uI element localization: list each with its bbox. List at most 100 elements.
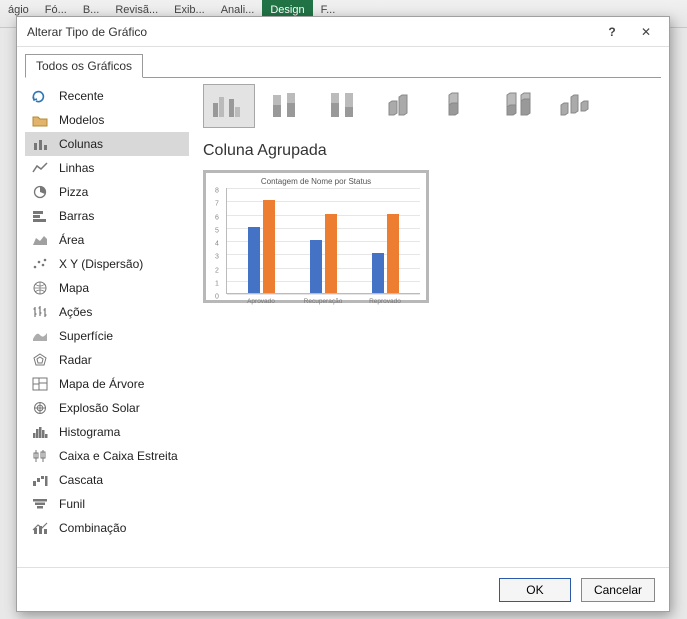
- sidebar-item-label: Mapa: [59, 281, 89, 295]
- area-icon: [31, 232, 49, 248]
- preview-chart-title: Contagem de Nome por Status: [212, 177, 420, 186]
- x-tick-label: Recuperação: [301, 298, 345, 305]
- bar: [263, 200, 275, 293]
- subtype-3d-stacked100[interactable]: [493, 84, 545, 128]
- subtype-3d-stacked[interactable]: [435, 84, 487, 128]
- 3d-stacked100-icon: [499, 89, 539, 124]
- chart-preview[interactable]: Contagem de Nome por Status 012345678Apr…: [203, 170, 429, 303]
- sidebar-item-bar[interactable]: Barras: [25, 204, 189, 228]
- gridline: [227, 188, 420, 189]
- tab-all-charts[interactable]: Todos os Gráficos: [25, 54, 143, 78]
- sidebar-item-label: Combinação: [59, 521, 126, 535]
- gridline: [227, 294, 420, 295]
- sidebar-item-area[interactable]: Área: [25, 228, 189, 252]
- 3d-clustered-icon: [383, 89, 423, 124]
- sidebar-item-line[interactable]: Linhas: [25, 156, 189, 180]
- sidebar-item-label: Superfície: [59, 329, 113, 343]
- surface-icon: [31, 328, 49, 344]
- sidebar-item-recent[interactable]: Recente: [25, 84, 189, 108]
- sidebar-item-label: Colunas: [59, 137, 103, 151]
- sidebar-item-surface[interactable]: Superfície: [25, 324, 189, 348]
- dialog-body: Recente Modelos Colunas Linhas Pizza Barras Ár…: [25, 77, 661, 567]
- y-tick-label: 4: [215, 241, 219, 248]
- bar: [325, 214, 337, 294]
- treemap-icon: [31, 376, 49, 392]
- subtype-stacked[interactable]: [261, 84, 313, 128]
- sidebar-item-label: Histograma: [59, 425, 120, 439]
- stacked100-icon: [325, 89, 365, 124]
- bar: [372, 253, 384, 293]
- sidebar-item-sunburst[interactable]: Explosão Solar: [25, 396, 189, 420]
- titlebar: Alterar Tipo de Gráfico ? ✕: [17, 17, 669, 47]
- bar-icon: [31, 208, 49, 224]
- sidebar-item-label: Caixa e Caixa Estreita: [59, 449, 178, 463]
- 3d-stacked-icon: [441, 89, 481, 124]
- sidebar-item-label: Explosão Solar: [59, 401, 140, 415]
- subtype-3d-column[interactable]: [551, 84, 603, 128]
- x-tick-label: Reprovado: [363, 298, 407, 305]
- sidebar-item-histogram[interactable]: Histograma: [25, 420, 189, 444]
- bar-group: Reprovado: [363, 214, 407, 294]
- line-icon: [31, 160, 49, 176]
- bar-group: Recuperação: [301, 214, 345, 294]
- histogram-icon: [31, 424, 49, 440]
- box-icon: [31, 448, 49, 464]
- sidebar-item-scatter[interactable]: X Y (Dispersão): [25, 252, 189, 276]
- funnel-icon: [31, 496, 49, 512]
- combo-icon: [31, 520, 49, 536]
- sidebar-item-funnel[interactable]: Funil: [25, 492, 189, 516]
- sunburst-icon: [31, 400, 49, 416]
- 3d-column-icon: [557, 89, 597, 124]
- sidebar-item-label: Barras: [59, 209, 94, 223]
- dialog-tabstrip: Todos os Gráficos: [17, 47, 669, 77]
- sidebar-item-treemap[interactable]: Mapa de Árvore: [25, 372, 189, 396]
- help-button[interactable]: ?: [595, 20, 629, 44]
- chart-subtype-row: [203, 84, 657, 128]
- sidebar-item-radar[interactable]: Radar: [25, 348, 189, 372]
- chart-subtype-panel: Coluna Agrupada Contagem de Nome por Sta…: [193, 84, 661, 567]
- subtype-stacked100[interactable]: [319, 84, 371, 128]
- sidebar-item-label: Ações: [59, 305, 92, 319]
- sidebar-item-pie[interactable]: Pizza: [25, 180, 189, 204]
- y-tick-label: 0: [215, 294, 219, 301]
- sidebar-item-label: Linhas: [59, 161, 94, 175]
- y-tick-label: 7: [215, 201, 219, 208]
- y-tick-label: 6: [215, 214, 219, 221]
- y-tick-label: 2: [215, 267, 219, 274]
- pie-icon: [31, 184, 49, 200]
- recent-icon: [31, 88, 49, 104]
- y-tick-label: 5: [215, 227, 219, 234]
- sidebar-item-waterfall[interactable]: Cascata: [25, 468, 189, 492]
- scatter-icon: [31, 256, 49, 272]
- sidebar-item-templates[interactable]: Modelos: [25, 108, 189, 132]
- map-icon: [31, 280, 49, 296]
- y-tick-label: 3: [215, 254, 219, 261]
- y-tick-label: 1: [215, 280, 219, 287]
- subtype-heading: Coluna Agrupada: [203, 142, 657, 160]
- sidebar-item-stock[interactable]: Ações: [25, 300, 189, 324]
- sidebar-item-label: Área: [59, 233, 84, 247]
- sidebar-item-label: Funil: [59, 497, 85, 511]
- sidebar-item-column[interactable]: Colunas: [25, 132, 189, 156]
- waterfall-icon: [31, 472, 49, 488]
- preview-plot-area: 012345678AprovadoRecuperaçãoReprovado: [226, 188, 420, 294]
- bar-group: Aprovado: [239, 200, 283, 293]
- sidebar-item-boxwhisker[interactable]: Caixa e Caixa Estreita: [25, 444, 189, 468]
- ok-button[interactable]: OK: [499, 578, 571, 602]
- column-icon: [31, 136, 49, 152]
- sidebar-item-label: Modelos: [59, 113, 104, 127]
- subtype-clustered[interactable]: [203, 84, 255, 128]
- sidebar-item-label: Radar: [59, 353, 92, 367]
- sidebar-item-label: Recente: [59, 89, 104, 103]
- close-button[interactable]: ✕: [629, 20, 663, 44]
- stock-icon: [31, 304, 49, 320]
- sidebar-item-combo[interactable]: Combinação: [25, 516, 189, 540]
- x-tick-label: Aprovado: [239, 298, 283, 305]
- sidebar-item-label: X Y (Dispersão): [59, 257, 143, 271]
- radar-icon: [31, 352, 49, 368]
- dialog-footer: OK Cancelar: [17, 567, 669, 611]
- sidebar-item-label: Mapa de Árvore: [59, 377, 144, 391]
- sidebar-item-map[interactable]: Mapa: [25, 276, 189, 300]
- subtype-3d-clustered[interactable]: [377, 84, 429, 128]
- cancel-button[interactable]: Cancelar: [581, 578, 655, 602]
